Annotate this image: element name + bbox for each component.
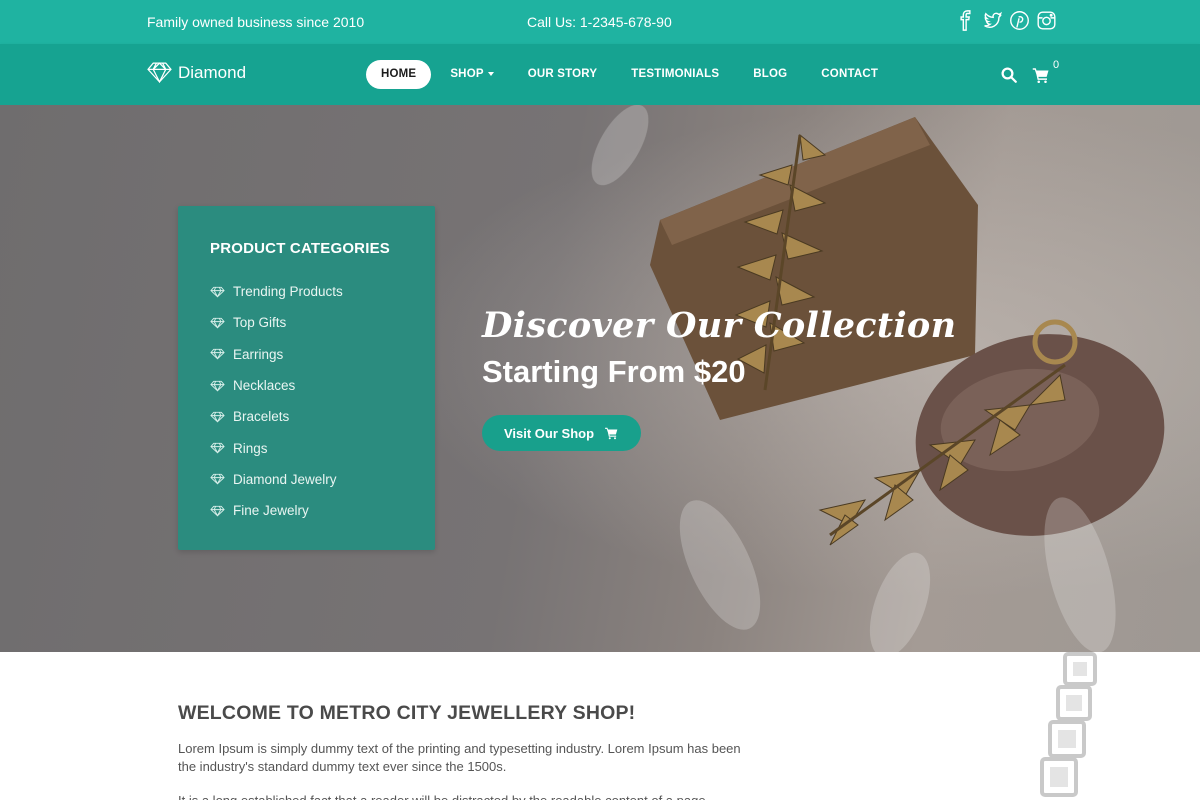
hero-title: Discover Our Collection (482, 305, 957, 346)
welcome-paragraph-2: It is a long established fact that a rea… (178, 792, 748, 800)
category-top-gifts[interactable]: Top Gifts (210, 307, 343, 338)
category-diamond-jewelry[interactable]: Diamond Jewelry (210, 464, 343, 495)
product-categories-panel: PRODUCT CATEGORIES Trending Products Top… (178, 206, 435, 550)
category-rings[interactable]: Rings (210, 432, 343, 463)
welcome-title: WELCOME TO METRO CITY JEWELLERY SHOP! (178, 702, 636, 724)
nav-contact[interactable]: CONTACT (806, 60, 893, 89)
phone-number[interactable]: Call Us: 1-2345-678-90 (527, 14, 672, 30)
cart-count: 0 (1053, 59, 1060, 71)
category-bracelets[interactable]: Bracelets (210, 401, 343, 432)
facebook-icon[interactable] (955, 10, 976, 31)
pinterest-icon[interactable] (1009, 10, 1030, 31)
diamond-logo-icon (147, 62, 172, 83)
brand-name: Diamond (178, 62, 247, 82)
visit-shop-button[interactable]: Visit Our Shop (482, 415, 641, 451)
diamond-icon (210, 317, 225, 329)
cart-icon[interactable] (1032, 66, 1050, 84)
category-necklaces[interactable]: Necklaces (210, 370, 343, 401)
bracelet-image (1040, 652, 1097, 797)
hero-text: Discover Our Collection Starting From $2… (482, 305, 956, 390)
category-trending-products[interactable]: Trending Products (210, 276, 343, 307)
cart-icon (605, 427, 618, 440)
diamond-icon (210, 380, 225, 392)
search-icon[interactable] (1000, 66, 1018, 84)
diamond-icon (210, 349, 225, 360)
nav-tools (1000, 66, 1050, 84)
main-nav: HOME SHOP OUR STORY TESTIMONIALS BLOG CO… (366, 60, 897, 89)
caret-down-icon (487, 71, 494, 76)
categories-list: Trending Products Top Gifts Earrings Nec… (210, 276, 343, 526)
diamond-icon (210, 286, 225, 298)
welcome-section: WELCOME TO METRO CITY JEWELLERY SHOP! Lo… (178, 702, 748, 800)
categories-title: PRODUCT CATEGORIES (210, 240, 390, 257)
twitter-icon[interactable] (982, 10, 1003, 31)
hero-subtitle: Starting From $20 (482, 354, 746, 389)
instagram-icon[interactable] (1036, 10, 1057, 31)
welcome-paragraph-1: Lorem Ipsum is simply dummy text of the … (178, 741, 741, 774)
top-bar: Family owned business since 2010 Call Us… (0, 0, 1200, 44)
nav-shop[interactable]: SHOP (435, 60, 508, 89)
diamond-icon (210, 442, 225, 454)
tagline: Family owned business since 2010 (147, 14, 365, 30)
diamond-icon (210, 474, 225, 486)
visit-shop-label: Visit Our Shop (503, 425, 595, 441)
category-earrings[interactable]: Earrings (210, 339, 343, 370)
nav-home[interactable]: HOME (366, 60, 432, 89)
nav-testimonials[interactable]: TESTIMONIALS (616, 60, 734, 89)
nav-blog[interactable]: BLOG (738, 60, 802, 89)
diamond-icon (210, 411, 225, 423)
category-fine-jewelry[interactable]: Fine Jewelry (210, 495, 343, 526)
social-links (955, 10, 1057, 31)
main-navbar: Diamond HOME SHOP OUR STORY TESTIMONIALS… (0, 44, 1200, 105)
nav-our-story[interactable]: OUR STORY (513, 60, 613, 89)
hero-banner: PRODUCT CATEGORIES Trending Products Top… (0, 105, 1200, 652)
logo[interactable]: Diamond (147, 62, 246, 83)
diamond-icon (210, 505, 225, 517)
